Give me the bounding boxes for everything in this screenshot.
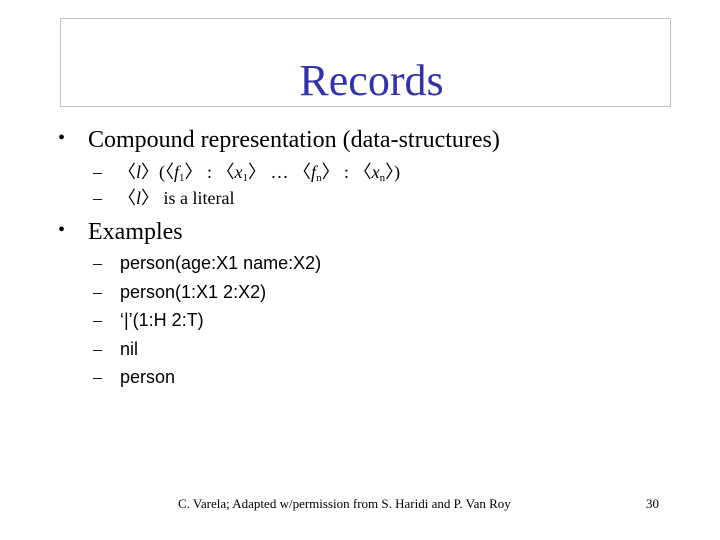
slide-footer: C. Varela; Adapted w/permission from S. …	[178, 496, 511, 511]
dash-icon: –	[93, 339, 102, 359]
dash-icon: –	[93, 282, 102, 302]
bullet-icon: •	[58, 127, 66, 149]
example-text: nil	[120, 339, 139, 359]
bullet-text: Compound representation (data-structures…	[88, 127, 500, 153]
bullet-icon: •	[58, 219, 66, 241]
dash-icon: –	[93, 253, 102, 273]
example-text: person(1:X1 2:X2)	[120, 282, 267, 302]
dash-icon: –	[93, 162, 102, 182]
example-text: person(age:X1 name:X2)	[120, 253, 322, 273]
record-syntax-formula: 〈l〉(〈f1〉 : 〈x1〉 … 〈fn〉 : 〈xn〉)	[118, 162, 401, 184]
bullet-text: Examples	[88, 219, 183, 245]
dash-icon: –	[93, 188, 102, 208]
example-text: ‘|’(1:H 2:T)	[120, 310, 204, 330]
example-text: person	[120, 367, 176, 387]
slide-title: Records	[299, 56, 444, 105]
title-box: Records	[60, 18, 671, 107]
dash-icon: –	[93, 310, 102, 330]
page-number: 30	[646, 496, 659, 511]
dash-icon: –	[93, 367, 102, 387]
literal-text: 〈l〉 is a literal	[118, 188, 235, 208]
